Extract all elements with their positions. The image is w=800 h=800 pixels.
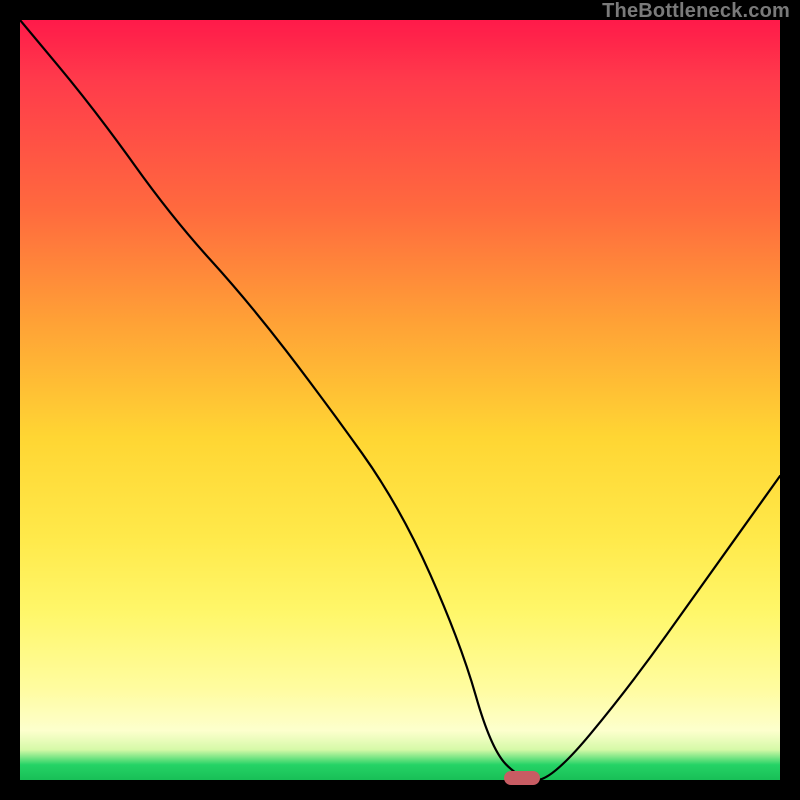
plot-area [20, 20, 780, 780]
chart-frame: TheBottleneck.com [0, 0, 800, 800]
bottleneck-curve [20, 20, 780, 780]
optimal-marker [504, 771, 540, 785]
